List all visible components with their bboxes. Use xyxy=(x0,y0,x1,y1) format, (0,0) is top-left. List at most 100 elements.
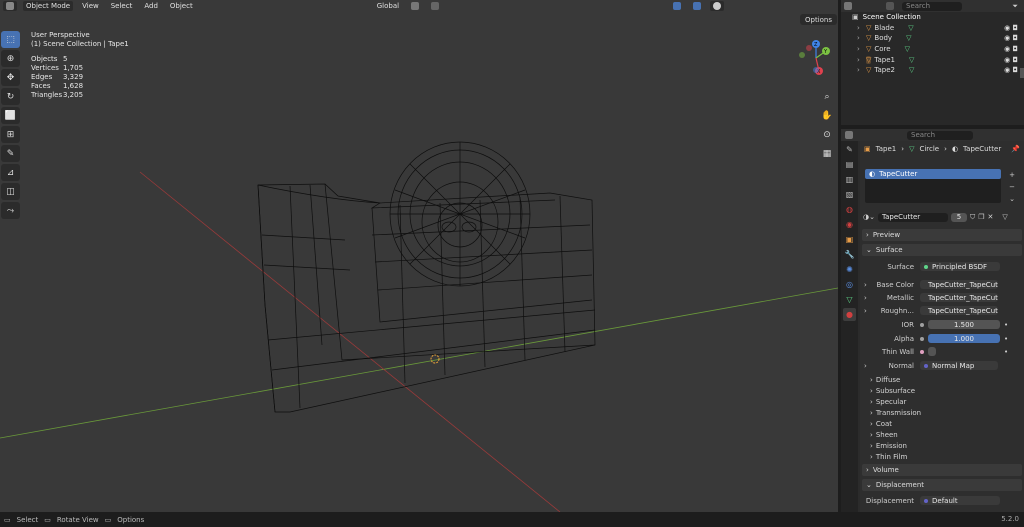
options-button[interactable]: Options xyxy=(800,14,838,25)
tab-view-layer[interactable]: ▧ xyxy=(843,188,856,201)
tab-data[interactable]: ▽ xyxy=(843,293,856,306)
navigation-gizmo[interactable]: Z Y X xyxy=(796,38,836,78)
shading-modes[interactable] xyxy=(710,1,725,11)
rotate-icon[interactable]: ↻ xyxy=(1,88,20,105)
gizmo-toggle[interactable] xyxy=(670,1,684,11)
ior-field[interactable]: 1.500 xyxy=(928,320,1000,329)
shear-icon[interactable]: ⤳ xyxy=(1,202,20,219)
tab-particles[interactable]: ✺ xyxy=(843,263,856,276)
subpanel-coat[interactable]: › Coat xyxy=(870,418,892,429)
pin-icon[interactable]: 📌 xyxy=(1011,145,1020,153)
transform-orientation-dropdown[interactable]: Global xyxy=(374,1,402,11)
snap-toggle[interactable] xyxy=(408,1,422,11)
expand-icon[interactable]: › xyxy=(857,34,863,42)
menu-add[interactable]: Add xyxy=(141,1,161,11)
material-slot-selected[interactable]: ◐ TapeCutter xyxy=(865,169,1001,179)
camera-icon[interactable]: ⊙ xyxy=(820,130,834,144)
filter-icon[interactable] xyxy=(886,2,894,10)
subpanel-emission[interactable]: › Emission xyxy=(870,440,907,451)
subpanel-diffuse[interactable]: › Diffuse xyxy=(870,374,900,385)
volume-panel-header[interactable]: › Volume xyxy=(862,464,1022,476)
properties-search-input[interactable]: Search xyxy=(907,130,973,140)
tab-material[interactable]: ● xyxy=(843,308,856,321)
tab-physics[interactable]: ◎ xyxy=(843,278,856,291)
scale-icon[interactable]: ⬜ xyxy=(1,107,20,124)
measure-icon[interactable]: ⊿ xyxy=(1,164,20,181)
transform-icon[interactable]: ⊞ xyxy=(1,126,20,143)
metallic-field[interactable]: TapeCutter_TapeCutt... xyxy=(920,293,998,302)
tab-tool[interactable]: ✎ xyxy=(843,143,856,156)
outliner-item-core[interactable]: › ▽ Core ▽ ◉ ◘ xyxy=(841,44,1024,55)
grid-icon[interactable]: ▦ xyxy=(820,149,834,163)
move-icon[interactable]: ✥ xyxy=(1,69,20,86)
expand-icon[interactable]: › xyxy=(864,294,872,302)
expand-icon[interactable]: › xyxy=(864,362,872,370)
tab-output[interactable]: ▥ xyxy=(843,173,856,186)
surface-panel-header[interactable]: ⌄ Surface xyxy=(862,244,1022,256)
material-browse-icon[interactable]: ◑⌄ xyxy=(863,213,875,221)
tab-render[interactable]: ▤ xyxy=(843,158,856,171)
outliner-item-blade[interactable]: › ▽ Blade ▽ ◉ ◘ xyxy=(841,23,1024,34)
expand-icon[interactable]: › xyxy=(864,281,872,289)
3d-viewport[interactable]: Object Mode View Select Add Object Globa… xyxy=(0,0,838,512)
material-slot-list[interactable]: ◐ TapeCutter xyxy=(865,169,1001,203)
outliner-scrollbar[interactable] xyxy=(1020,68,1024,78)
tab-world[interactable]: ◉ xyxy=(843,218,856,231)
keyframe-dot-icon[interactable]: • xyxy=(1004,348,1008,356)
cursor-icon[interactable]: ⊕ xyxy=(1,50,20,67)
surface-shader-field[interactable]: Principled BSDF xyxy=(920,262,1000,271)
proportional-edit-toggle[interactable] xyxy=(428,1,442,11)
fake-user-icon[interactable]: ⛉ xyxy=(970,213,975,222)
subpanel-transmission[interactable]: › Transmission xyxy=(870,407,921,418)
keyframe-dot-icon[interactable]: • xyxy=(1004,335,1008,343)
outliner-editor-icon[interactable] xyxy=(844,2,852,10)
menu-select[interactable]: Select xyxy=(108,1,136,11)
duplicate-icon[interactable]: ❐ xyxy=(978,213,984,221)
annotate-icon[interactable]: ✎ xyxy=(1,145,20,162)
expand-icon[interactable]: › xyxy=(857,66,863,74)
outliner-item-tape1[interactable]: › ▽ Tape1 ▽ ◉ ◘ xyxy=(841,54,1024,65)
thin-wall-checkbox[interactable] xyxy=(928,347,936,356)
visibility-eye-icon[interactable]: ◉ ◘ xyxy=(1004,66,1018,74)
properties-editor-icon[interactable] xyxy=(845,131,853,139)
user-count[interactable]: 5 xyxy=(950,212,967,222)
visibility-eye-icon[interactable]: ◉ ◘ xyxy=(1004,45,1018,53)
roughness-field[interactable]: TapeCutter_TapeCutt... xyxy=(920,306,998,315)
add-slot-button[interactable]: + xyxy=(1006,169,1018,181)
visibility-eye-icon[interactable]: ◉ ◘ xyxy=(1004,34,1018,42)
tab-scene[interactable]: ◍ xyxy=(843,203,856,216)
normal-field[interactable]: Normal Map xyxy=(920,361,998,370)
outliner-search-input[interactable]: Search xyxy=(902,1,962,11)
subpanel-subsurface[interactable]: › Subsurface xyxy=(870,385,915,396)
displacement-field[interactable]: Default xyxy=(920,496,1000,505)
remove-slot-button[interactable]: − xyxy=(1006,181,1018,193)
select-box-icon[interactable]: ⬚ xyxy=(1,31,20,48)
alpha-slider[interactable]: 1.000 xyxy=(928,334,1000,343)
keyframe-dot-icon[interactable]: • xyxy=(1004,321,1008,329)
displacement-panel-header[interactable]: ⌄ Displacement xyxy=(862,479,1022,491)
outliner-item-body[interactable]: › ▽ Body ▽ ◉ ◘ xyxy=(841,33,1024,44)
add-cube-icon[interactable]: ◫ xyxy=(1,183,20,200)
mode-dropdown[interactable]: Object Mode xyxy=(23,1,74,11)
visibility-eye-icon[interactable]: ◉ ◘ xyxy=(1004,56,1018,64)
expand-icon[interactable]: › xyxy=(864,307,872,315)
material-name-field[interactable]: TapeCutter xyxy=(877,212,948,222)
link-dropdown-icon[interactable]: ▽ xyxy=(1002,213,1007,221)
tab-object[interactable]: ▣ xyxy=(843,233,856,246)
expand-icon[interactable]: › xyxy=(857,24,863,32)
preview-panel-header[interactable]: › Preview xyxy=(862,229,1022,241)
zoom-icon[interactable]: ⌕ xyxy=(820,92,834,106)
tab-modifiers[interactable]: 🔧 xyxy=(843,248,856,261)
expand-icon[interactable]: › xyxy=(857,45,863,53)
slot-menu-icon[interactable]: ⌄ xyxy=(1006,193,1018,205)
outliner-filter-icon[interactable]: ⏷ xyxy=(1012,2,1018,11)
menu-view[interactable]: View xyxy=(79,1,102,11)
pan-hand-icon[interactable]: ✋ xyxy=(820,111,834,125)
subpanel-specular[interactable]: › Specular xyxy=(870,396,906,407)
base-color-field[interactable]: TapeCutter_TapeCutt... xyxy=(920,280,998,289)
subpanel-thin-film[interactable]: › Thin Film xyxy=(870,451,907,462)
menu-object[interactable]: Object xyxy=(167,1,196,11)
xray-toggle[interactable] xyxy=(690,1,704,11)
outliner-item-tape2[interactable]: › ▽ Tape2 ▽ ◉ ◘ xyxy=(841,65,1024,76)
scene-collection-row[interactable]: ▣ Scene Collection xyxy=(841,12,1024,23)
